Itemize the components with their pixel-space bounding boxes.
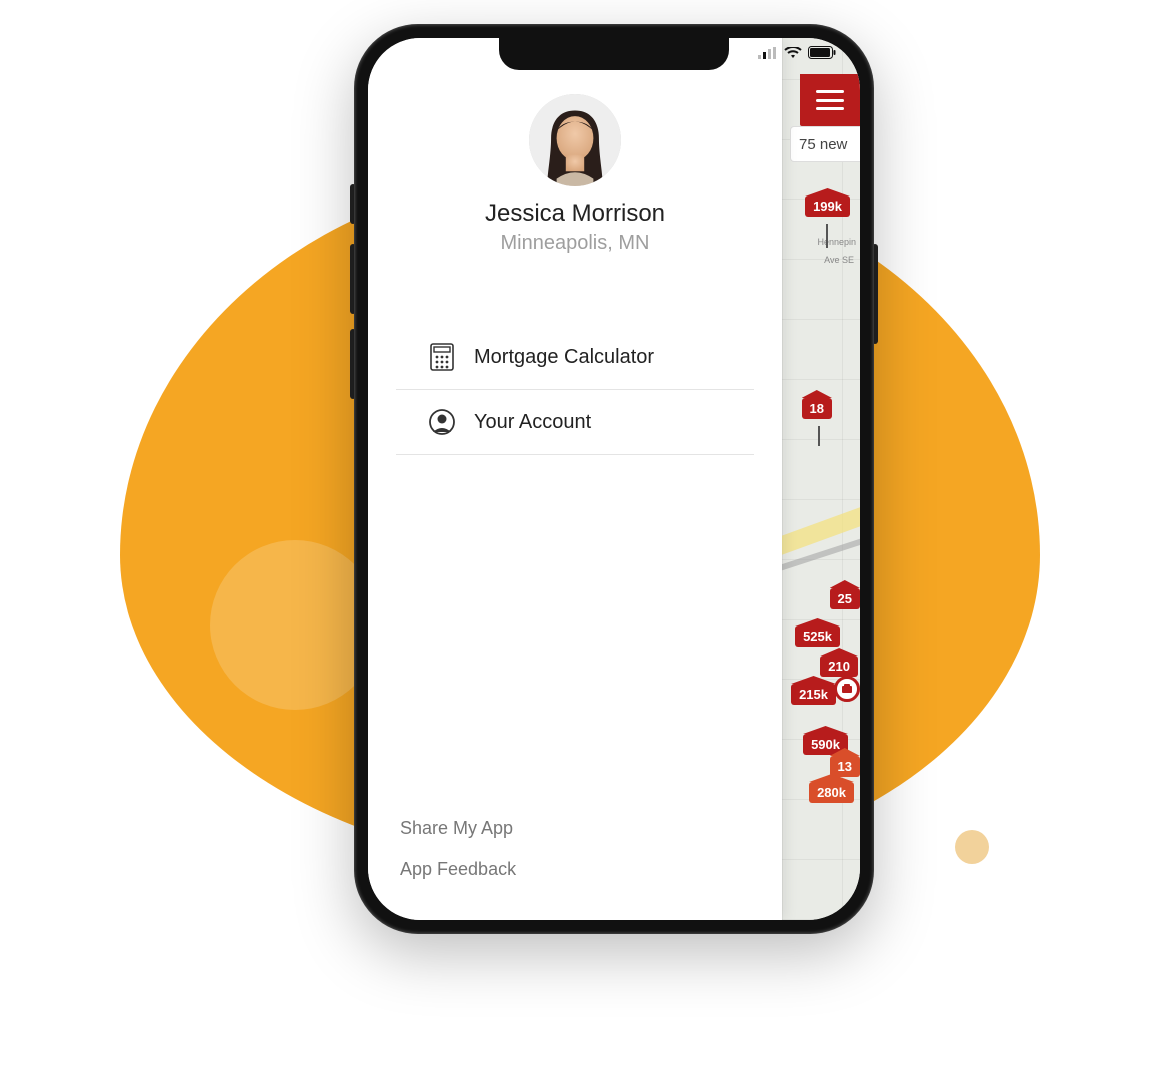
pin-stick xyxy=(826,224,828,248)
price-pin[interactable]: 199k xyxy=(805,196,850,217)
menu-item-mortgage-calculator[interactable]: Mortgage Calculator xyxy=(396,325,754,390)
profile-name: Jessica Morrison xyxy=(368,200,782,228)
price-pin[interactable]: 215k xyxy=(791,684,836,705)
drawer-footer: Share My App App Feedback xyxy=(368,808,782,920)
map-background[interactable]: Hennepin Ave SE 199k 18 25 525k 210 215k… xyxy=(782,38,860,920)
profile-location: Minneapolis, MN xyxy=(368,232,782,255)
price-pin[interactable]: 525k xyxy=(795,626,840,647)
cellular-signal-icon xyxy=(758,47,778,59)
price-pin[interactable]: 25 xyxy=(830,588,860,609)
status-bar xyxy=(758,46,836,59)
decorative-dot xyxy=(955,830,989,864)
hamburger-icon xyxy=(816,90,844,110)
battery-icon xyxy=(808,46,836,59)
menu-item-your-account[interactable]: Your Account xyxy=(396,390,754,455)
map-point-icon[interactable] xyxy=(834,676,860,702)
phone-notch xyxy=(499,38,729,70)
navigation-drawer: Jessica Morrison Minneapolis, MN xyxy=(368,38,782,920)
drawer-menu: Mortgage Calculator Your Account xyxy=(368,325,782,455)
price-pin[interactable]: 13 xyxy=(830,756,860,777)
share-app-link[interactable]: Share My App xyxy=(400,808,750,849)
price-pin[interactable]: 18 xyxy=(802,398,832,419)
new-listings-count: 75 new xyxy=(799,136,847,153)
menu-item-label: Your Account xyxy=(474,411,591,434)
profile-header: Jessica Morrison Minneapolis, MN xyxy=(368,38,782,255)
menu-item-label: Mortgage Calculator xyxy=(474,346,654,369)
price-pin[interactable]: 280k xyxy=(809,782,854,803)
phone-mockup: Hennepin Ave SE 199k 18 25 525k 210 215k… xyxy=(354,24,874,934)
hamburger-menu-button[interactable] xyxy=(800,74,860,126)
map-road xyxy=(782,495,860,560)
avatar[interactable] xyxy=(529,94,621,186)
pin-stick xyxy=(818,426,820,446)
map-street-label: Ave SE xyxy=(824,256,854,266)
wifi-icon xyxy=(784,47,802,59)
map-street-label: Hennepin xyxy=(817,238,856,248)
account-icon xyxy=(428,408,456,436)
calculator-icon xyxy=(428,343,456,371)
new-listings-bar[interactable]: 75 new xyxy=(790,126,860,162)
app-feedback-link[interactable]: App Feedback xyxy=(400,849,750,890)
price-pin[interactable]: 210 xyxy=(820,656,858,677)
phone-shadow xyxy=(330,960,900,1020)
phone-screen: Hennepin Ave SE 199k 18 25 525k 210 215k… xyxy=(368,38,860,920)
